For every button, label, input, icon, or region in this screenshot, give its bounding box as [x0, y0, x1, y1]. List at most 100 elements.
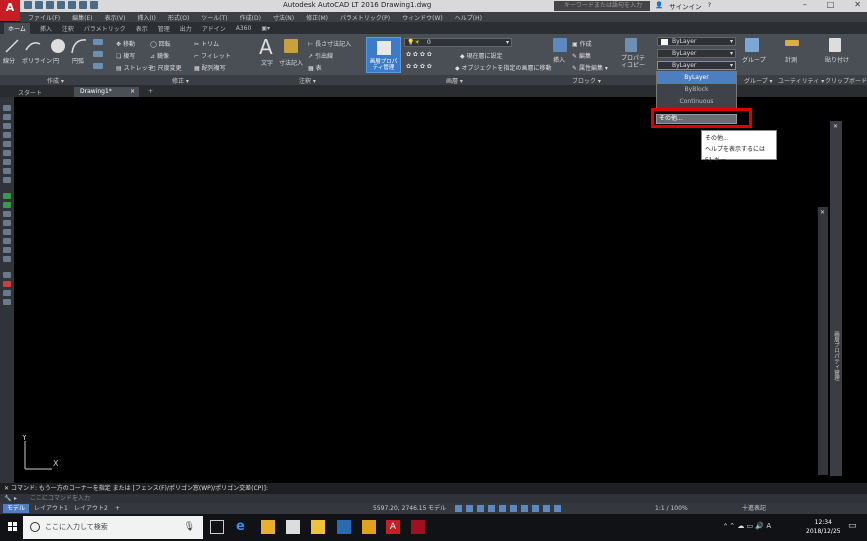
scale-button[interactable]: ◰ 尺度変更	[150, 63, 182, 72]
taskbar-clock[interactable]: 12:34 2018/12/25	[806, 518, 841, 536]
annotation-scale[interactable]: 1:1 / 100%	[655, 504, 688, 513]
transparency-icon[interactable]	[532, 505, 539, 512]
palette-close-icon[interactable]: ✕	[833, 123, 838, 130]
selection-cycling-icon[interactable]	[543, 505, 550, 512]
match-properties-icon[interactable]	[625, 38, 637, 52]
command-prompt-icon[interactable]: ▸	[14, 494, 17, 503]
paste-button[interactable]: 貼り付け	[825, 55, 849, 64]
paste-icon[interactable]	[829, 38, 841, 52]
polar-icon[interactable]	[488, 505, 495, 512]
leader-button[interactable]: ↗ 引出線	[308, 51, 333, 60]
fillet-button[interactable]: ⌐ フィレット	[194, 51, 231, 60]
menu-tools[interactable]: ツール(T)	[201, 13, 227, 22]
lineweight-toggle-icon[interactable]	[521, 505, 528, 512]
menu-modify[interactable]: 修正(M)	[306, 13, 328, 22]
linetype-combo[interactable]: ByLayer ▾	[657, 61, 736, 70]
menu-view[interactable]: 表示(V)	[105, 13, 126, 22]
rectangle-icon[interactable]	[93, 39, 103, 45]
grid-icon[interactable]	[455, 505, 462, 512]
menu-format[interactable]: 形式(O)	[168, 13, 189, 22]
mirror-tool-icon[interactable]	[3, 211, 11, 217]
offset-icon[interactable]	[3, 220, 11, 226]
polyline-tool-icon[interactable]	[3, 123, 11, 129]
notification-icon[interactable]: ▭	[848, 521, 857, 531]
tab-home[interactable]: ホーム	[4, 22, 30, 34]
print-icon[interactable]	[68, 1, 76, 9]
layer-properties-palette[interactable]: ✕ 画層プロパティ管理	[830, 121, 842, 476]
fill-icon[interactable]	[93, 63, 103, 69]
mail-icon[interactable]	[286, 520, 300, 534]
close-tab-icon[interactable]: ×	[130, 88, 135, 95]
tab-annotate[interactable]: 注釈	[62, 24, 74, 33]
command-input[interactable]: 🔧 ▸ ここにコマンドを入力	[0, 494, 867, 503]
tray-icons[interactable]: ᴬ ⌃ ☁ ▭ 🔊	[724, 522, 764, 530]
menu-insert[interactable]: 挿入(I)	[137, 13, 155, 22]
taskbar-search-input[interactable]: ここに入力して検索 🎙	[23, 516, 203, 539]
extend-icon[interactable]	[3, 290, 11, 296]
linetype-option-bylayer[interactable]: ByLayer	[657, 72, 736, 84]
maximize-button[interactable]: □	[827, 0, 835, 9]
move-to-layer-button[interactable]: ◆ オブジェクトを指定の画層に移動	[455, 63, 552, 72]
circle-icon[interactable]	[49, 37, 67, 55]
stretch-button[interactable]: ▤ ストレッチ	[116, 63, 154, 72]
panel-block-title[interactable]: ブロック ▾	[572, 76, 601, 85]
group-icon[interactable]	[745, 38, 759, 52]
tab-a360[interactable]: A360	[236, 25, 252, 32]
insert-block-icon[interactable]	[553, 38, 567, 52]
add-layout-button[interactable]: +	[111, 504, 124, 513]
polyline-icon[interactable]	[24, 38, 42, 54]
panel-clipboard-title[interactable]: クリップボード	[825, 76, 867, 85]
ime-indicator[interactable]: A	[766, 522, 771, 530]
copy-tool-icon[interactable]	[3, 202, 11, 208]
polyline-button[interactable]: ポリライン	[22, 56, 52, 65]
store-icon[interactable]	[311, 520, 325, 534]
linear-dimension-button[interactable]: ⊢ 長さ寸法記入	[308, 39, 351, 48]
dimension-button[interactable]: 寸法記入	[279, 58, 303, 67]
tab-parametric[interactable]: パラメトリック	[84, 24, 126, 33]
file-explorer-icon[interactable]	[261, 520, 275, 534]
arc-icon[interactable]	[70, 37, 88, 55]
copy-button[interactable]: ❏ 複写	[116, 51, 135, 60]
trim-button[interactable]: ✂ トリム	[194, 39, 219, 48]
trim-tool-icon[interactable]	[3, 281, 11, 287]
mirror-button[interactable]: ⊿ 鏡像	[150, 51, 169, 60]
app-taskbar-icon[interactable]	[411, 520, 425, 534]
scale-tool-icon[interactable]	[3, 256, 11, 262]
move-tool-icon[interactable]	[3, 238, 11, 244]
strip-close-icon[interactable]: ✕	[820, 209, 825, 216]
rotate-button[interactable]: ◯ 回転	[150, 39, 171, 48]
stretch-tool-icon[interactable]	[3, 272, 11, 278]
close-button[interactable]: ✕	[854, 0, 861, 9]
arc-button[interactable]: 円弧	[72, 56, 84, 65]
media-icon[interactable]	[362, 520, 376, 534]
tab-addins[interactable]: アドイン	[202, 24, 226, 33]
undo-icon[interactable]	[79, 1, 87, 9]
help-search-input[interactable]: キーワードまたは語句を入力	[554, 1, 650, 11]
tab-layout1[interactable]: レイアウト1	[30, 504, 72, 513]
line-button[interactable]: 線分	[3, 56, 15, 65]
erase-icon[interactable]	[3, 193, 11, 199]
panel-layers-title[interactable]: 画層 ▾	[446, 76, 463, 85]
arc-tool-icon[interactable]	[3, 150, 11, 156]
model-space-button[interactable]: モデル	[428, 504, 446, 513]
table-button[interactable]: ▦ 表	[308, 63, 322, 72]
line-icon[interactable]	[4, 38, 20, 54]
tab-drawing1[interactable]: Drawing1* ×	[74, 87, 139, 97]
task-view-icon[interactable]	[210, 520, 224, 534]
snap-icon[interactable]	[466, 505, 473, 512]
rectangle-tool-icon[interactable]	[3, 141, 11, 147]
tab-start[interactable]: スタート	[12, 87, 48, 97]
ortho-icon[interactable]	[477, 505, 484, 512]
measure-icon[interactable]	[785, 40, 799, 46]
edit-attribute-button[interactable]: ✎ 属性編集 ▾	[572, 63, 608, 72]
tab-output[interactable]: 出力	[180, 24, 192, 33]
tab-manage[interactable]: 管理	[158, 24, 170, 33]
help-icon[interactable]: ?	[708, 1, 711, 11]
menu-dimension[interactable]: 寸法(N)	[273, 13, 294, 22]
menu-parametric[interactable]: パラメトリック(P)	[340, 13, 390, 22]
ribbon-options-icon[interactable]: ▣▾	[261, 25, 270, 32]
tab-insert[interactable]: 挿入	[40, 24, 52, 33]
group-button[interactable]: グループ	[742, 55, 766, 64]
hatch-icon[interactable]	[93, 51, 103, 57]
microphone-icon[interactable]: 🎙	[184, 516, 195, 539]
